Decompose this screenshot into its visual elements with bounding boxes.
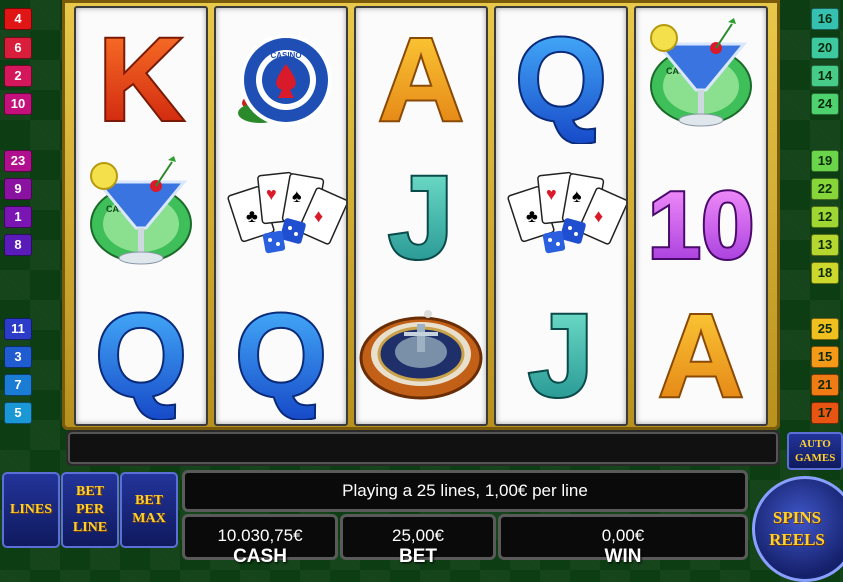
payline-tag: 17 <box>811 402 839 424</box>
svg-text:Q: Q <box>95 290 187 420</box>
svg-text:A: A <box>658 290 743 420</box>
symbol-j-icon: J <box>356 146 486 282</box>
symbol-martini-icon: CASINO <box>76 146 206 282</box>
payline-tag: 20 <box>811 37 839 59</box>
svg-text:♥: ♥ <box>266 184 277 204</box>
svg-text:♦: ♦ <box>314 206 323 226</box>
svg-text:J: J <box>388 152 454 282</box>
payline-tag: 24 <box>811 93 839 115</box>
svg-text:♠: ♠ <box>292 186 302 206</box>
payline-tag: 16 <box>811 8 839 30</box>
symbol-k-icon: K <box>76 8 206 144</box>
symbol-chip-icon: CASINO <box>216 8 346 144</box>
reel-2: CASINO ♣ ♥ ♠ ♦ Q <box>214 6 348 426</box>
symbol-a-icon: A <box>356 8 486 144</box>
payline-tag: 12 <box>811 206 839 228</box>
symbol-martini-icon: CASINO <box>636 8 766 144</box>
auto-games-button[interactable]: AUTO GAMES <box>787 432 843 470</box>
svg-text:Q: Q <box>515 14 607 144</box>
payline-tag: 8 <box>4 234 32 256</box>
payline-tag: 25 <box>811 318 839 340</box>
svg-text:10: 10 <box>648 172 755 279</box>
svg-text:A: A <box>378 14 463 144</box>
bet-per-line-label: BET PER LINE <box>72 484 108 535</box>
svg-text:Q: Q <box>235 290 327 420</box>
payline-tag: 22 <box>811 178 839 200</box>
payline-tag: 4 <box>4 8 32 30</box>
payline-tag: 21 <box>811 374 839 396</box>
symbol-j-icon: J <box>496 284 626 420</box>
svg-text:♣: ♣ <box>526 206 538 226</box>
symbol-q-icon: Q <box>76 284 206 420</box>
svg-text:J: J <box>528 290 594 420</box>
payline-tag: 9 <box>4 178 32 200</box>
auto-games-label: AUTO GAMES <box>795 438 836 464</box>
svg-text:♠: ♠ <box>572 186 582 206</box>
reel-3: A J <box>354 6 488 426</box>
reel-5: CASINO 10 A <box>634 6 768 426</box>
payline-tag: 5 <box>4 402 32 424</box>
payline-tag: 13 <box>811 234 839 256</box>
payline-tag: 19 <box>811 150 839 172</box>
spin-reels-button[interactable]: SPINS REELS <box>752 476 843 582</box>
payline-tag: 11 <box>4 318 32 340</box>
payline-tag: 2 <box>4 65 32 87</box>
spin-reels-label: SPINS REELS <box>769 508 825 549</box>
svg-text:CASINO: CASINO <box>270 51 301 60</box>
symbol-q-icon: Q <box>216 284 346 420</box>
payline-tag: 14 <box>811 65 839 87</box>
lines-button[interactable]: LINES <box>2 472 60 548</box>
symbol-10-icon: 10 <box>636 146 766 282</box>
info-bar <box>66 430 780 466</box>
payline-tag: 1 <box>4 206 32 228</box>
payline-tag: 6 <box>4 37 32 59</box>
win-label: WIN <box>604 546 642 567</box>
payline-tag: 23 <box>4 150 32 172</box>
symbol-cards-icon: ♣ ♥ ♠ ♦ <box>216 146 346 282</box>
bet-max-label: BET MAX <box>132 493 166 526</box>
svg-text:K: K <box>98 14 183 144</box>
symbol-a-icon: A <box>636 284 766 420</box>
bet-max-button[interactable]: BET MAX <box>120 472 178 548</box>
lines-label: LINES <box>9 502 53 517</box>
payline-tag: 10 <box>4 93 32 115</box>
payline-tag: 3 <box>4 346 32 368</box>
symbol-roulette-icon <box>356 284 486 420</box>
cash-label: CASH <box>233 546 287 567</box>
symbol-cards-icon: ♣ ♥ ♠ ♦ <box>496 146 626 282</box>
reel-1: K CASINO Q <box>74 6 208 426</box>
payline-tag: 7 <box>4 374 32 396</box>
status-message: Playing a 25 lines, 1,00€ per line <box>182 470 748 512</box>
symbol-q-icon: Q <box>496 8 626 144</box>
svg-text:♦: ♦ <box>594 206 603 226</box>
reel-4: Q ♣ ♥ ♠ ♦ J <box>494 6 628 426</box>
bet-per-line-button[interactable]: BET PER LINE <box>61 472 119 548</box>
bet-label: BET <box>399 546 437 567</box>
payline-tag: 18 <box>811 262 839 284</box>
svg-text:♥: ♥ <box>546 184 557 204</box>
payline-tag: 15 <box>811 346 839 368</box>
svg-text:♣: ♣ <box>246 206 258 226</box>
